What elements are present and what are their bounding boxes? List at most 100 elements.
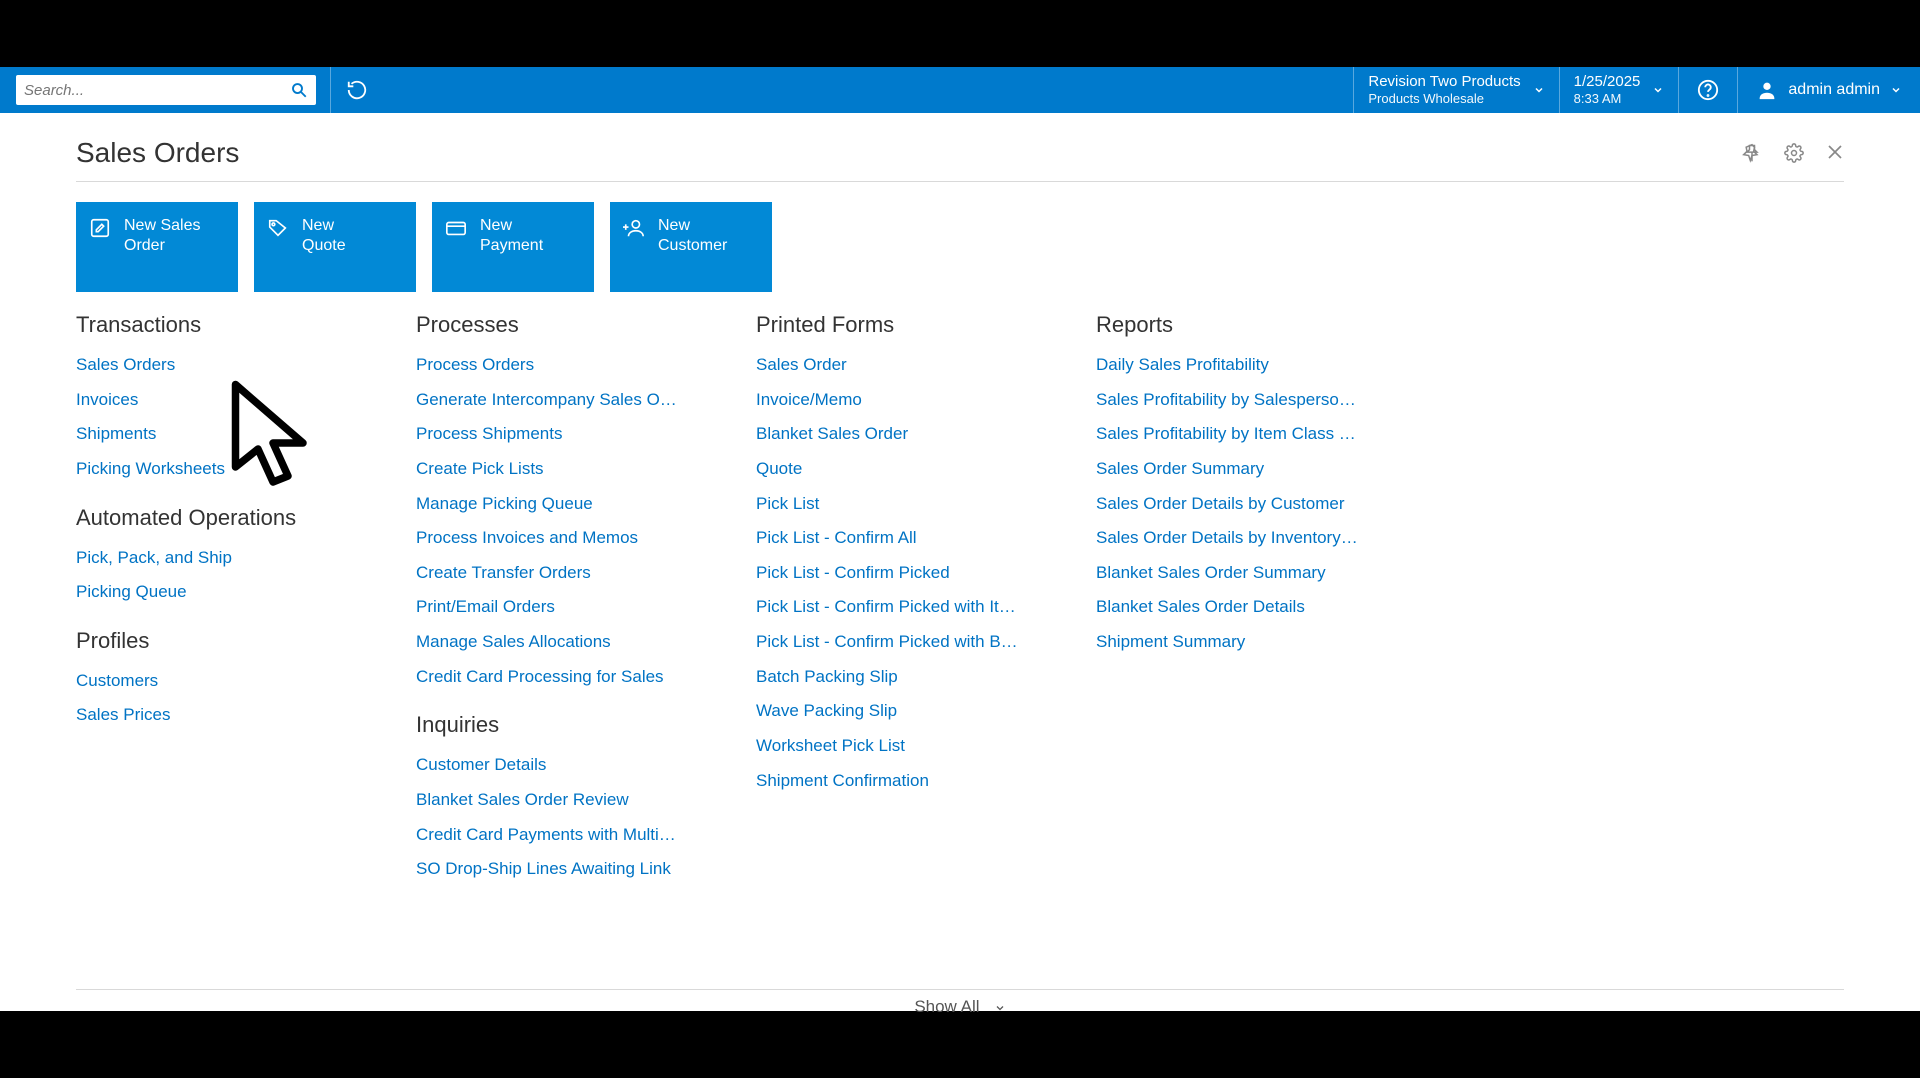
link-picking-worksheets[interactable]: Picking Worksheets — [76, 452, 376, 487]
section-heading-inquiries: Inquiries — [416, 712, 732, 738]
column-4: Reports Daily Sales Profitability Sales … — [1096, 312, 1436, 887]
link-print-email-orders[interactable]: Print/Email Orders — [416, 590, 716, 625]
link-sales-prices[interactable]: Sales Prices — [76, 698, 376, 733]
tile-new-payment[interactable]: NewPayment — [432, 202, 594, 292]
topbar: Revision Two Products Products Wholesale… — [0, 67, 1920, 113]
content-area: Sales Orders New SalesOrder — [0, 113, 1920, 887]
link-sales-profitability-item-class[interactable]: Sales Profitability by Item Class … — [1096, 417, 1396, 452]
user-icon — [1756, 79, 1778, 101]
tenant-selector[interactable]: Revision Two Products Products Wholesale — [1353, 67, 1558, 113]
tile-label: NewCustomer — [658, 216, 727, 256]
link-quote[interactable]: Quote — [756, 452, 1056, 487]
link-worksheet-pick-list[interactable]: Worksheet Pick List — [756, 729, 1056, 764]
help-button[interactable] — [1678, 67, 1737, 113]
search-input[interactable] — [24, 82, 290, 99]
user-label: admin admin — [1788, 81, 1880, 99]
workspace-columns: Transactions Sales Orders Invoices Shipm… — [76, 312, 1844, 887]
show-all-label: Show All — [914, 997, 979, 1016]
date-label: 1/25/2025 — [1574, 73, 1641, 91]
search-box[interactable] — [16, 75, 316, 105]
tag-icon — [266, 216, 290, 240]
chevron-down-icon — [1890, 84, 1902, 96]
link-blanket-so-summary[interactable]: Blanket Sales Order Summary — [1096, 556, 1396, 591]
page-header-actions — [1742, 143, 1844, 163]
tile-label: NewQuote — [302, 216, 346, 256]
tile-new-sales-order[interactable]: New SalesOrder — [76, 202, 238, 292]
close-icon[interactable] — [1826, 143, 1844, 163]
section-heading-processes: Processes — [416, 312, 732, 338]
link-customer-details[interactable]: Customer Details — [416, 748, 716, 783]
link-pick-list-confirm-picked[interactable]: Pick List - Confirm Picked — [756, 556, 1056, 591]
link-pick-pack-ship[interactable]: Pick, Pack, and Ship — [76, 541, 376, 576]
link-manage-picking-queue[interactable]: Manage Picking Queue — [416, 487, 716, 522]
link-create-transfer-orders[interactable]: Create Transfer Orders — [416, 556, 716, 591]
card-icon — [444, 216, 468, 240]
link-pick-list[interactable]: Pick List — [756, 487, 1056, 522]
link-sales-order-details-customer[interactable]: Sales Order Details by Customer — [1096, 487, 1396, 522]
link-process-invoices-memos[interactable]: Process Invoices and Memos — [416, 521, 716, 556]
page-header: Sales Orders — [76, 137, 1844, 182]
link-pick-list-confirm-picked-b[interactable]: Pick List - Confirm Picked with B… — [756, 625, 1056, 660]
link-manage-sales-allocations[interactable]: Manage Sales Allocations — [416, 625, 716, 660]
tile-new-customer[interactable]: NewCustomer — [610, 202, 772, 292]
column-3: Printed Forms Sales Order Invoice/Memo B… — [756, 312, 1096, 887]
link-invoice-memo[interactable]: Invoice/Memo — [756, 383, 1056, 418]
time-label: 8:33 AM — [1574, 91, 1641, 107]
help-icon — [1697, 79, 1719, 101]
linklist-automated-operations: Pick, Pack, and Ship Picking Queue — [76, 541, 392, 610]
link-process-shipments[interactable]: Process Shipments — [416, 417, 716, 452]
linklist-printed-forms: Sales Order Invoice/Memo Blanket Sales O… — [756, 348, 1072, 798]
tile-new-quote[interactable]: NewQuote — [254, 202, 416, 292]
search-icon[interactable] — [290, 81, 308, 99]
link-so-dropship-awaiting[interactable]: SO Drop-Ship Lines Awaiting Link — [416, 852, 716, 887]
linklist-reports: Daily Sales Profitability Sales Profitab… — [1096, 348, 1412, 660]
section-heading-profiles: Profiles — [76, 628, 392, 654]
link-pick-list-confirm-picked-it[interactable]: Pick List - Confirm Picked with It… — [756, 590, 1056, 625]
link-cc-processing[interactable]: Credit Card Processing for Sales — [416, 660, 716, 695]
linklist-processes: Process Orders Generate Intercompany Sal… — [416, 348, 732, 694]
link-batch-packing-slip[interactable]: Batch Packing Slip — [756, 660, 1056, 695]
link-sales-orders[interactable]: Sales Orders — [76, 348, 376, 383]
section-heading-transactions: Transactions — [76, 312, 392, 338]
app-frame: Revision Two Products Products Wholesale… — [0, 67, 1920, 1011]
chevron-down-icon — [994, 1002, 1006, 1014]
page-title: Sales Orders — [76, 137, 239, 169]
link-sales-order-details-inventory[interactable]: Sales Order Details by Inventory… — [1096, 521, 1396, 556]
link-create-pick-lists[interactable]: Create Pick Lists — [416, 452, 716, 487]
link-wave-packing-slip[interactable]: Wave Packing Slip — [756, 694, 1056, 729]
link-pick-list-confirm-all[interactable]: Pick List - Confirm All — [756, 521, 1056, 556]
datetime-selector[interactable]: 1/25/2025 8:33 AM — [1559, 67, 1679, 113]
refresh-icon[interactable] — [345, 78, 369, 102]
link-invoices[interactable]: Invoices — [76, 383, 376, 418]
link-cc-payments-multi[interactable]: Credit Card Payments with Multi… — [416, 818, 716, 853]
linklist-profiles: Customers Sales Prices — [76, 664, 392, 733]
show-all-toggle[interactable]: Show All — [0, 997, 1920, 1017]
add-user-icon — [622, 216, 646, 240]
action-tiles: New SalesOrder NewQuote NewPayment NewCu… — [76, 202, 1844, 292]
link-shipments[interactable]: Shipments — [76, 417, 376, 452]
link-process-orders[interactable]: Process Orders — [416, 348, 716, 383]
divider — [330, 67, 331, 113]
link-picking-queue[interactable]: Picking Queue — [76, 575, 376, 610]
tenant-sub: Products Wholesale — [1368, 91, 1520, 107]
link-blanket-sales-order[interactable]: Blanket Sales Order — [756, 417, 1056, 452]
link-sales-order[interactable]: Sales Order — [756, 348, 1056, 383]
link-sales-profitability-salesperson[interactable]: Sales Profitability by Salesperso… — [1096, 383, 1396, 418]
section-heading-reports: Reports — [1096, 312, 1412, 338]
link-blanket-so-review[interactable]: Blanket Sales Order Review — [416, 783, 716, 818]
link-daily-sales-profitability[interactable]: Daily Sales Profitability — [1096, 348, 1396, 383]
tile-label: New SalesOrder — [124, 216, 200, 256]
link-shipment-confirmation[interactable]: Shipment Confirmation — [756, 764, 1056, 799]
column-1: Transactions Sales Orders Invoices Shipm… — [76, 312, 416, 887]
link-shipment-summary[interactable]: Shipment Summary — [1096, 625, 1396, 660]
link-blanket-so-details[interactable]: Blanket Sales Order Details — [1096, 590, 1396, 625]
link-customers[interactable]: Customers — [76, 664, 376, 699]
link-generate-intercompany[interactable]: Generate Intercompany Sales O… — [416, 383, 716, 418]
link-sales-order-summary[interactable]: Sales Order Summary — [1096, 452, 1396, 487]
edit-icon — [88, 216, 112, 240]
pin-icon[interactable] — [1742, 143, 1762, 163]
chevron-down-icon — [1652, 84, 1664, 96]
user-menu[interactable]: admin admin — [1737, 67, 1920, 113]
chevron-down-icon — [1533, 84, 1545, 96]
gear-icon[interactable] — [1784, 143, 1804, 163]
